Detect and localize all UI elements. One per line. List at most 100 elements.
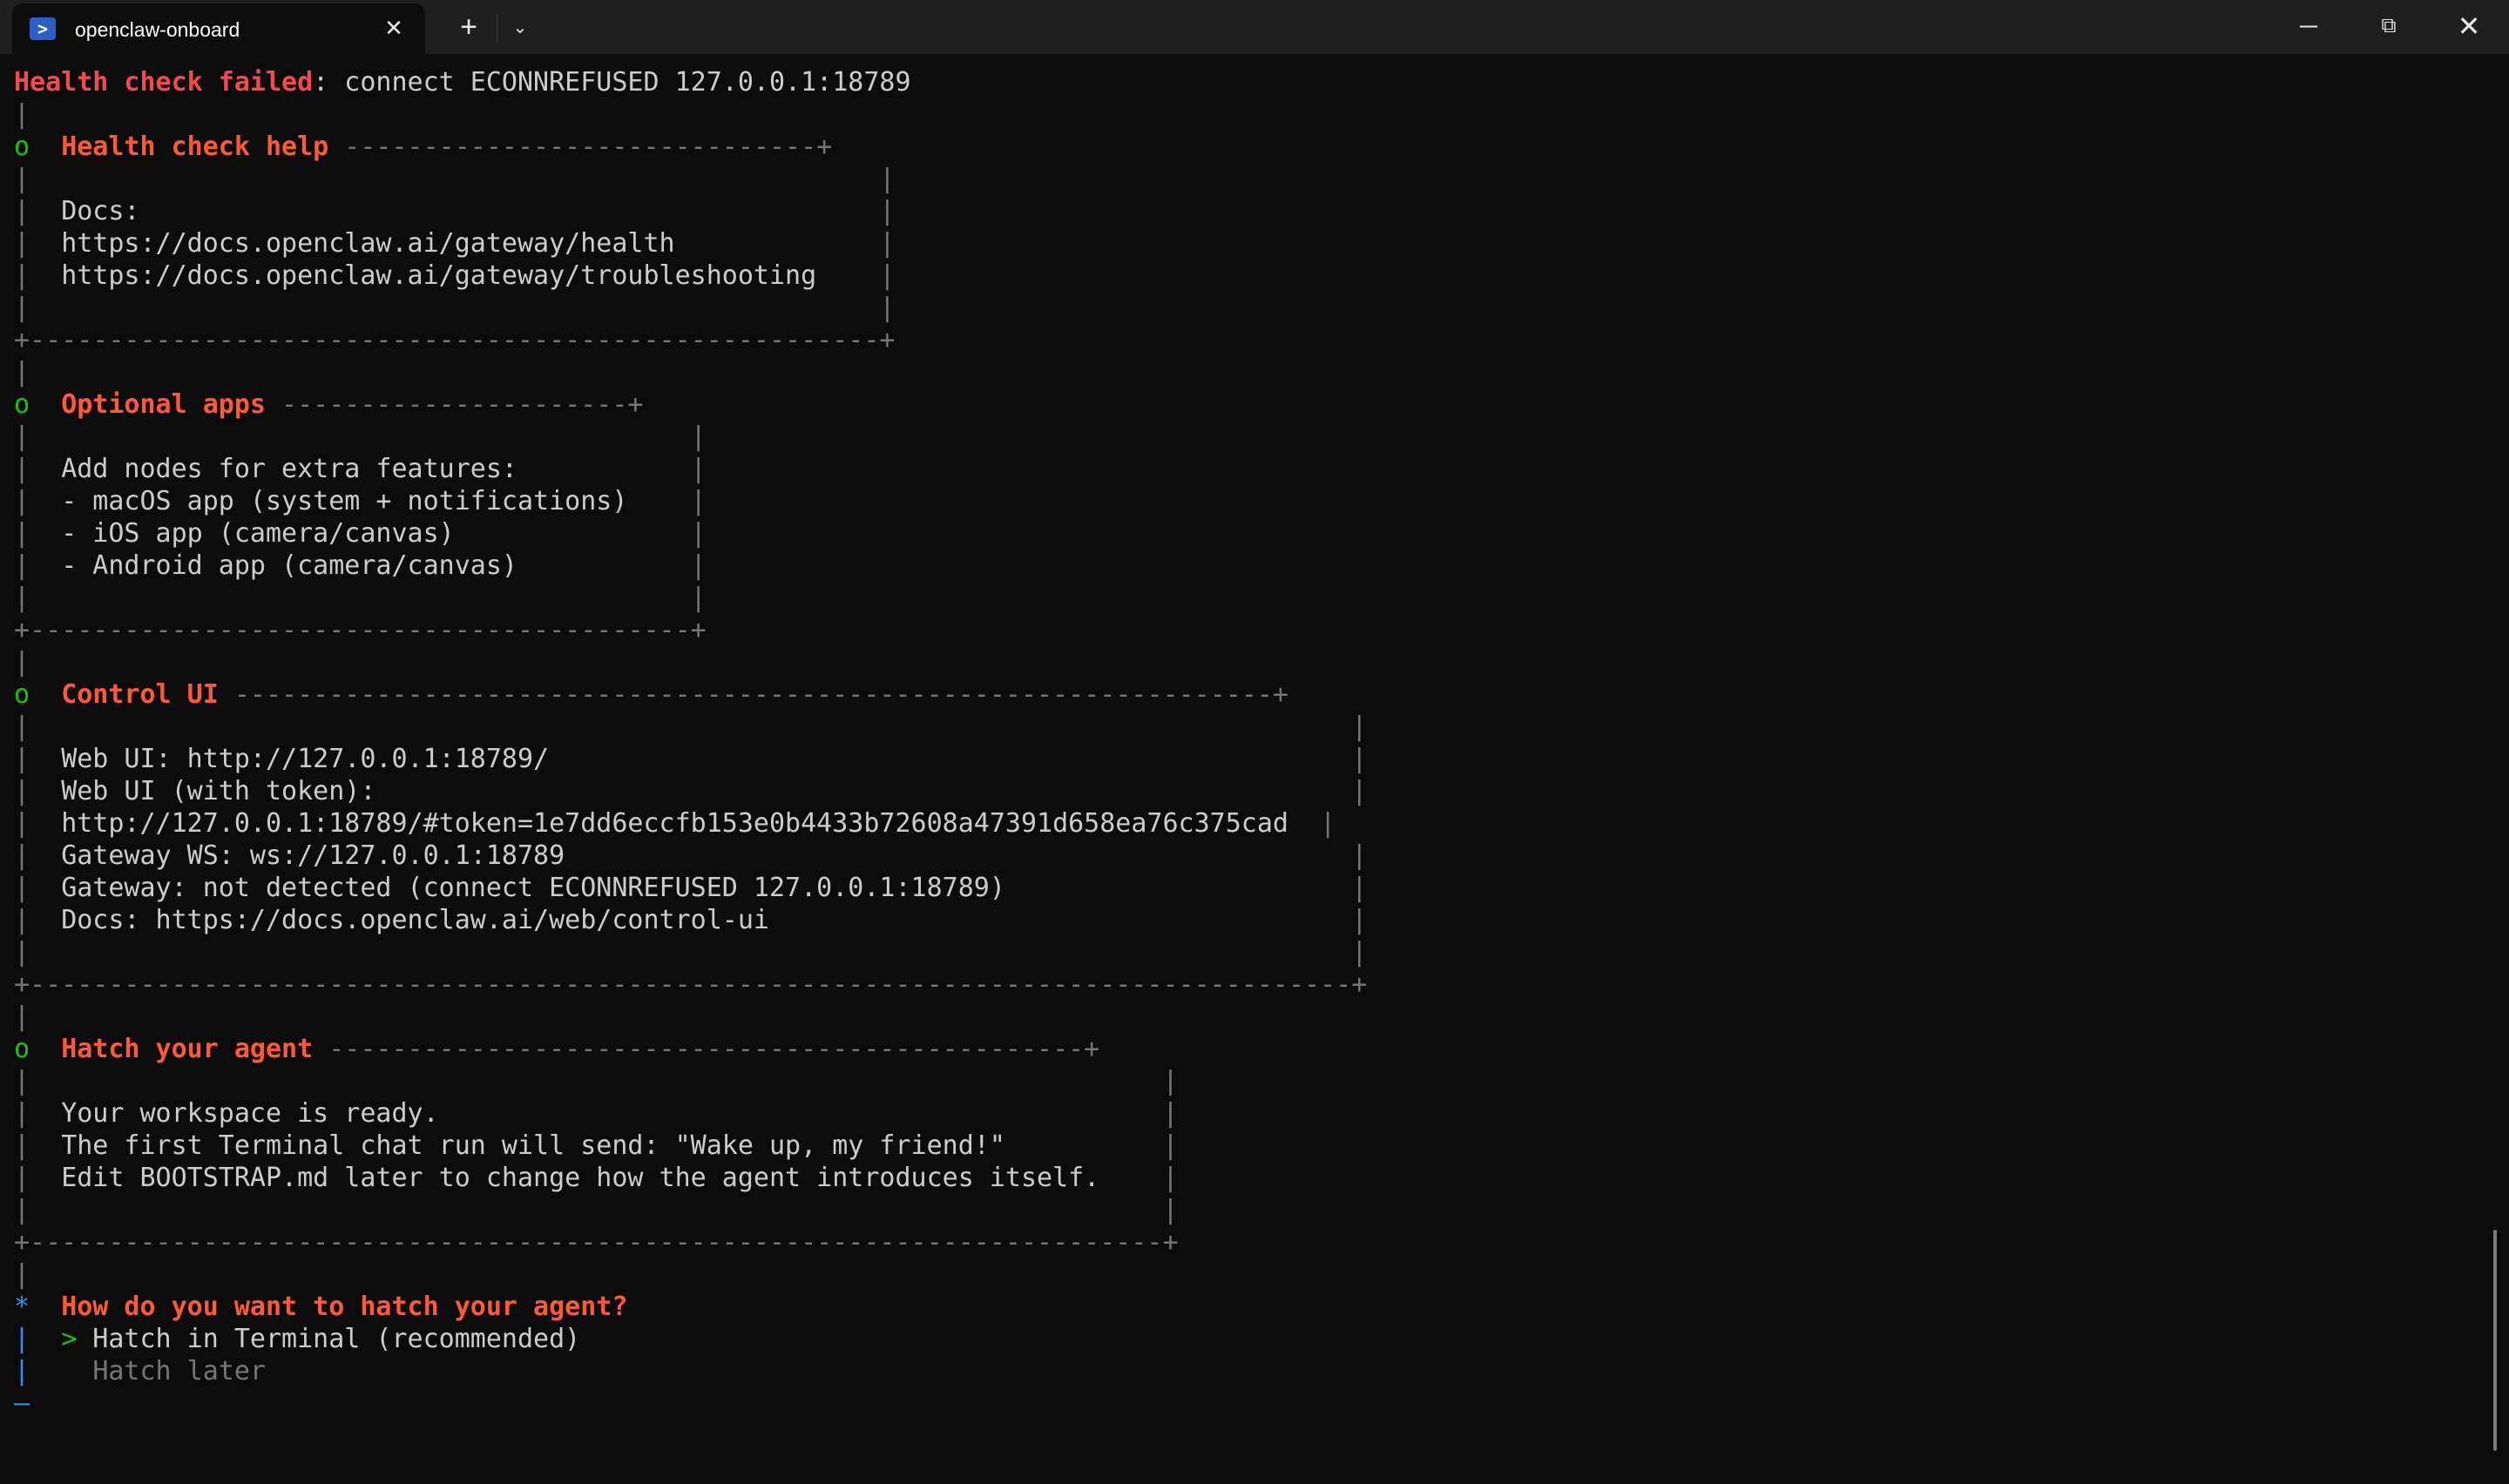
chevron-down-icon[interactable]: ⌄	[505, 10, 535, 45]
terminal-text: | |	[14, 164, 896, 194]
terminal-text: |	[14, 518, 62, 549]
terminal-line: | Docs: https://docs.openclaw.ai/web/con…	[14, 904, 1367, 936]
terminal-text: |	[1162, 1130, 1179, 1161]
terminal-text: |	[879, 228, 896, 259]
terminal-text: Edit BOOTSTRAP.md later to change how th…	[61, 1163, 1163, 1193]
terminal-text: o	[14, 389, 30, 420]
minimize-button[interactable]: ─	[2269, 0, 2349, 54]
terminal-text: |	[1351, 840, 1368, 871]
terminal-text: |	[14, 260, 62, 291]
terminal-line: | - Android app (camera/canvas) |	[14, 550, 1367, 582]
terminal-text: ----------------------+	[266, 389, 644, 420]
terminal-line: +---------------------------------------…	[14, 614, 1367, 646]
new-tab-button[interactable]: +	[451, 10, 486, 45]
terminal-text: |	[14, 99, 30, 130]
terminal-output[interactable]: Health check failed: connect ECONNREFUSE…	[14, 66, 1367, 1420]
terminal-text: | |	[14, 422, 707, 452]
terminal-text: |	[690, 518, 707, 549]
terminal-text: |	[14, 1324, 30, 1354]
terminal-text: | |	[14, 293, 896, 323]
terminal-text: Health check failed	[14, 67, 314, 98]
terminal-text: |	[14, 840, 62, 871]
terminal-text: o	[14, 132, 30, 162]
close-window-button[interactable]: ✕	[2429, 0, 2509, 54]
terminal-text: +---------------------------------------…	[14, 969, 1368, 1000]
terminal-text: |	[14, 744, 62, 774]
terminal-text: Web UI: http://127.0.0.1:18789/	[61, 744, 1352, 774]
terminal-text: | |	[14, 1066, 1179, 1096]
terminal-text: How do you want to hatch your agent?	[61, 1292, 628, 1322]
terminal-text: |	[879, 196, 896, 226]
terminal-text: |	[1162, 1098, 1179, 1129]
terminal-text: +---------------------------------------…	[14, 325, 896, 355]
terminal-text: |	[14, 196, 62, 226]
terminal-line: | Docs: |	[14, 195, 1367, 227]
terminal-text: Web UI (with token):	[61, 776, 1352, 806]
terminal-line: | - iOS app (camera/canvas) |	[14, 517, 1367, 550]
terminal-text: +---------------------------------------…	[14, 615, 707, 645]
terminal-text: |	[14, 873, 62, 903]
terminal-text: o	[14, 1034, 30, 1064]
terminal-text: Docs:	[61, 196, 880, 226]
terminal-text: |	[14, 228, 62, 259]
terminal-text: Hatch in Terminal (recommended)	[77, 1324, 581, 1354]
terminal-text: |	[879, 260, 896, 291]
terminal-text: | |	[14, 712, 1368, 742]
close-tab-icon[interactable]: ✕	[378, 12, 409, 44]
terminal-text: Gateway WS: ws://127.0.0.1:18789	[61, 840, 1352, 871]
terminal-text: Add nodes for extra features:	[61, 454, 691, 484]
terminal-line: | |	[14, 421, 1367, 453]
terminal-line: | |	[14, 582, 1367, 614]
terminal-text: |	[14, 1098, 62, 1129]
terminal-text: >	[61, 1324, 78, 1354]
terminal-text: - iOS app (camera/canvas)	[61, 518, 691, 549]
terminal-line: | Your workspace is ready. |	[14, 1097, 1367, 1130]
terminal-line: | |	[14, 292, 1367, 324]
terminal-text: Your workspace is ready.	[61, 1098, 1163, 1129]
tab-openclaw-onboard[interactable]: > openclaw-onboard ✕	[12, 3, 425, 54]
terminal-line: | Gateway WS: ws://127.0.0.1:18789 |	[14, 840, 1367, 872]
terminal-text: |	[14, 647, 30, 678]
terminal-line: |	[14, 98, 1367, 131]
terminal-text: | |	[14, 937, 1368, 968]
terminal-line: | Web UI: http://127.0.0.1:18789/ |	[14, 743, 1367, 775]
terminal-line: | Edit BOOTSTRAP.md later to change how …	[14, 1162, 1367, 1194]
terminal-line: | |	[14, 1194, 1367, 1226]
terminal-text: ----------------------------------------…	[218, 679, 1288, 710]
maximize-button[interactable]: ⧉	[2349, 0, 2429, 54]
terminal-line: | The first Terminal chat run will send:…	[14, 1130, 1367, 1162]
terminal-text: —	[14, 1388, 30, 1419]
terminal-text: *	[14, 1292, 30, 1322]
terminal-line: | Gateway: not detected (connect ECONNRE…	[14, 872, 1367, 904]
terminal-line: |	[14, 356, 1367, 388]
terminal-text: https://docs.openclaw.ai/gateway/trouble…	[61, 260, 880, 291]
terminal-text: Hatch later	[92, 1356, 266, 1386]
terminal-line: o Hatch your agent ---------------------…	[14, 1033, 1367, 1065]
terminal-text: |	[14, 454, 62, 484]
terminal-text: |	[1351, 905, 1368, 935]
terminal-text: |	[14, 1163, 62, 1193]
terminal-text: |	[690, 486, 707, 516]
terminal-line: | Hatch later	[14, 1355, 1367, 1387]
terminal-text: |	[14, 486, 62, 516]
terminal-line: +---------------------------------------…	[14, 968, 1367, 1001]
terminal-line: | https://docs.openclaw.ai/gateway/healt…	[14, 227, 1367, 260]
terminal-line: o Health check help --------------------…	[14, 131, 1367, 163]
terminal-text: Docs: https://docs.openclaw.ai/web/contr…	[61, 905, 1352, 935]
terminal-text: Optional apps	[61, 389, 266, 420]
terminal-text: |	[690, 454, 707, 484]
tab-title: openclaw-onboard	[75, 18, 240, 41]
terminal-text: : connect ECONNREFUSED 127.0.0.1:18789	[313, 67, 911, 98]
terminal-text: |	[1351, 744, 1368, 774]
scrollbar[interactable]	[2493, 1230, 2497, 1451]
terminal-text: |	[1351, 873, 1368, 903]
terminal-line: | |	[14, 1065, 1367, 1097]
terminal-text: | |	[14, 583, 707, 613]
terminal-text: - macOS app (system + notifications)	[61, 486, 691, 516]
terminal-text: |	[14, 1259, 30, 1290]
